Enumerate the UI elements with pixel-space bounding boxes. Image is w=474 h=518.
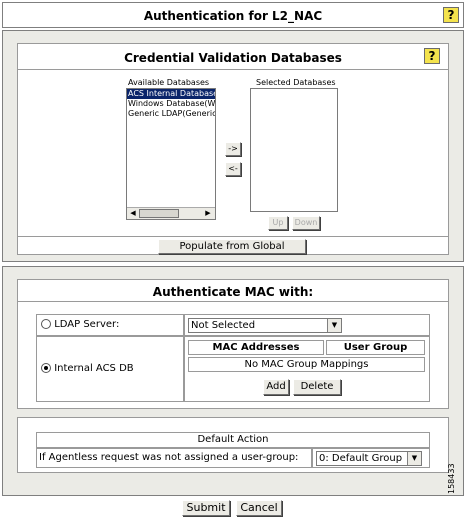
- default-group-value: 0: Default Group: [319, 453, 403, 464]
- agentless-label: If Agentless request was not assigned a …: [39, 452, 299, 463]
- chevron-down-icon[interactable]: ▼: [327, 319, 341, 332]
- mac-title-bar: Authenticate MAC with:: [18, 280, 448, 302]
- list-item[interactable]: Generic LDAP(Generic LI: [127, 109, 215, 119]
- move-right-button[interactable]: ->: [225, 142, 241, 156]
- mac-title: Authenticate MAC with:: [152, 285, 314, 299]
- header-bar: Authentication for L2_NAC ?: [2, 2, 464, 28]
- scroll-left-icon[interactable]: ◀: [128, 209, 138, 218]
- available-databases-list[interactable]: ACS Internal Database Windows Database(W…: [126, 88, 216, 220]
- internal-table-cell: MAC Addresses User Group No MAC Group Ma…: [184, 336, 430, 402]
- ldap-radio[interactable]: [41, 319, 51, 329]
- internal-option[interactable]: Internal ACS DB: [41, 363, 134, 374]
- ldap-label-cell: LDAP Server:: [36, 314, 184, 336]
- chevron-down-icon[interactable]: ▼: [407, 452, 421, 465]
- help-icon[interactable]: ?: [424, 48, 440, 64]
- add-button[interactable]: Add: [263, 379, 289, 395]
- horizontal-scrollbar[interactable]: ◀ ▶: [127, 207, 215, 219]
- delete-button[interactable]: Delete: [293, 379, 341, 395]
- populate-row: Populate from Global: [18, 236, 448, 254]
- list-item[interactable]: ACS Internal Database: [127, 89, 215, 99]
- up-button[interactable]: Up: [268, 216, 288, 230]
- scroll-right-icon[interactable]: ▶: [203, 209, 213, 218]
- available-label: Available Databases: [128, 78, 210, 87]
- credential-title: Credential Validation Databases: [124, 51, 342, 65]
- ldap-option[interactable]: LDAP Server:: [41, 319, 119, 330]
- submit-button[interactable]: Submit: [182, 500, 230, 516]
- internal-label: Internal ACS DB: [54, 363, 134, 374]
- agentless-label-cell: If Agentless request was not assigned a …: [36, 448, 312, 468]
- mac-box: Authenticate MAC with: LDAP Server: Not …: [17, 279, 449, 409]
- ldap-server-select[interactable]: Not Selected ▼: [188, 318, 342, 333]
- default-action-title-cell: Default Action: [36, 432, 430, 448]
- help-icon[interactable]: ?: [443, 7, 459, 23]
- default-action-box: Default Action If Agentless request was …: [17, 417, 449, 473]
- figure-id: 158433: [447, 463, 456, 494]
- mac-table-header-group: User Group: [326, 340, 425, 355]
- ldap-server-value: Not Selected: [191, 320, 256, 331]
- internal-label-cell: Internal ACS DB: [36, 336, 184, 402]
- mac-table-empty-row: No MAC Group Mappings: [188, 357, 425, 372]
- ldap-label: LDAP Server:: [54, 319, 120, 330]
- ldap-value-cell: Not Selected ▼: [184, 314, 430, 336]
- default-group-cell: 0: Default Group ▼: [312, 448, 430, 468]
- mac-panel: Authenticate MAC with: LDAP Server: Not …: [2, 266, 464, 496]
- selected-databases-list[interactable]: [250, 88, 338, 212]
- move-left-button[interactable]: <-: [225, 162, 241, 176]
- down-button[interactable]: Down: [292, 216, 320, 230]
- default-action-title: Default Action: [197, 434, 269, 445]
- credential-box: Credential Validation Databases ? Availa…: [17, 43, 449, 255]
- credential-title-bar: Credential Validation Databases ?: [18, 44, 448, 70]
- default-group-select[interactable]: 0: Default Group ▼: [316, 451, 422, 466]
- page-title: Authentication for L2_NAC: [143, 9, 323, 23]
- selected-label: Selected Databases: [256, 78, 336, 87]
- cancel-button[interactable]: Cancel: [236, 500, 282, 516]
- scroll-thumb[interactable]: [139, 209, 179, 218]
- populate-from-global-button[interactable]: Populate from Global: [158, 239, 306, 254]
- mac-table-header-mac: MAC Addresses: [188, 340, 324, 355]
- internal-radio[interactable]: [41, 363, 51, 373]
- list-item[interactable]: Windows Database(Windo: [127, 99, 215, 109]
- credential-panel: Credential Validation Databases ? Availa…: [2, 30, 464, 262]
